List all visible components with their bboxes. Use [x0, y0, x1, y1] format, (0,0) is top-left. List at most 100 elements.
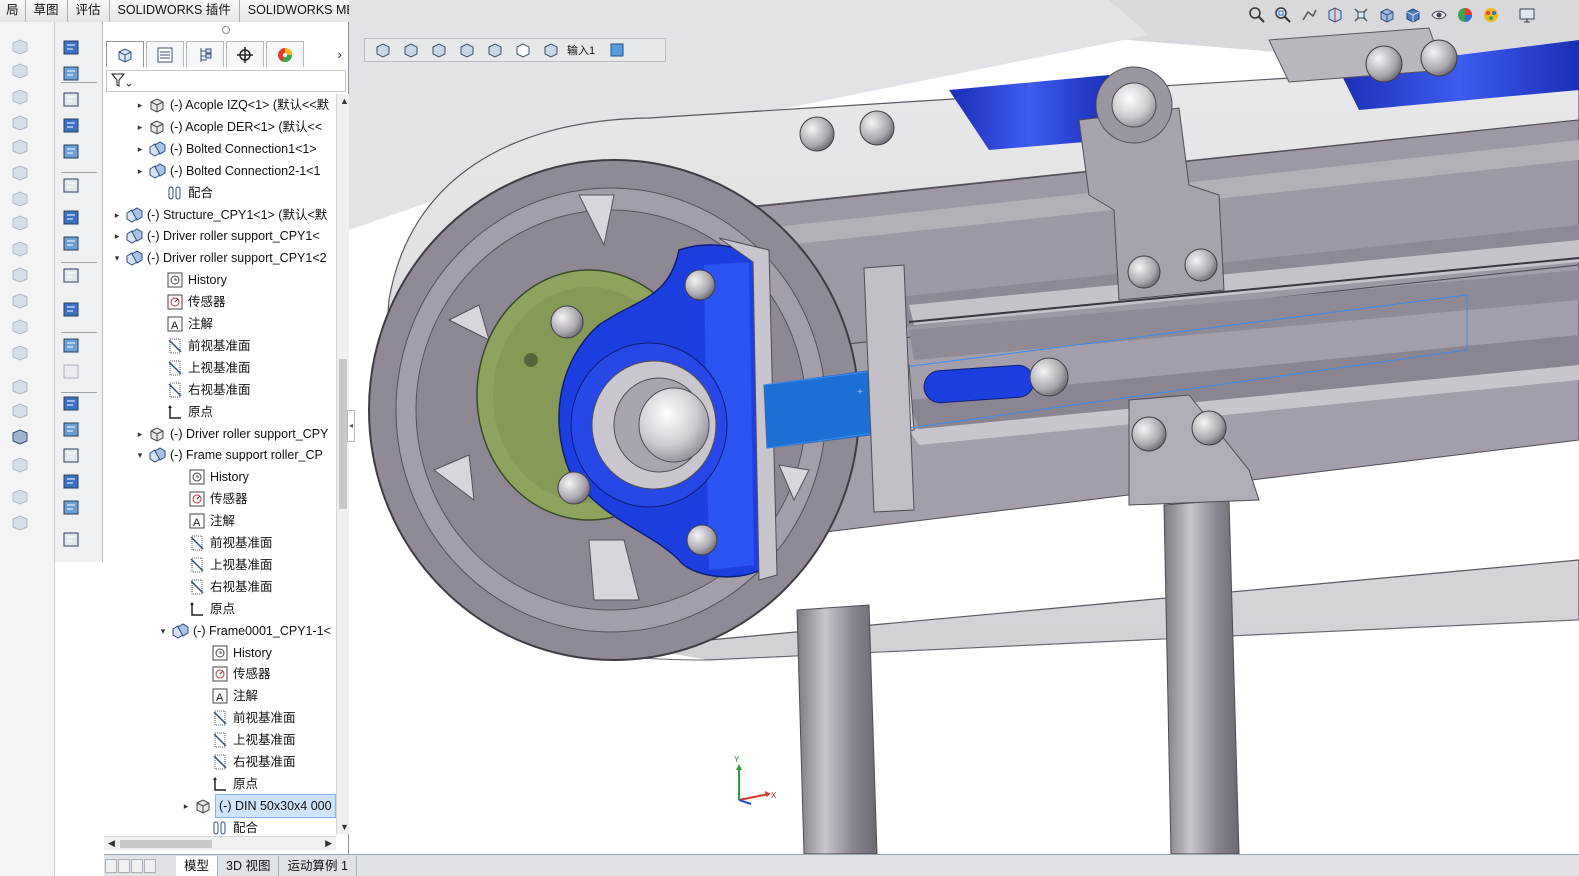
tree-node[interactable]: ▸ (-) Structure_CPY1<1> (默认<默: [111, 204, 327, 226]
tree-node[interactable]: 上视基准面: [174, 554, 273, 576]
assembly-tool-icon-3[interactable]: [61, 116, 81, 134]
scroll-thumb[interactable]: [339, 359, 347, 509]
tool-icon-7[interactable]: [10, 214, 30, 232]
leg-left[interactable]: [796, 604, 878, 854]
breadcrumb-item-icon[interactable]: [537, 40, 565, 60]
tree-node[interactable]: A 注解: [197, 685, 258, 707]
expand-arrow-icon[interactable]: ▸: [134, 138, 146, 160]
tool-icon-5[interactable]: [10, 164, 30, 182]
graphics-area[interactable]: + 输入1 Y X: [349, 0, 1579, 854]
tool-icon-16[interactable]: [10, 456, 30, 474]
tool-icon-10[interactable]: [10, 292, 30, 310]
tree-node[interactable]: 传感器: [152, 291, 226, 313]
assembly-tool-icon-4[interactable]: [61, 142, 81, 160]
tree-node[interactable]: ▸ (-) Driver roller support_CPY1<: [111, 225, 320, 247]
tool-icon-17[interactable]: [10, 488, 30, 506]
leg-right[interactable]: [1163, 499, 1240, 854]
assembly-tool-icon-2[interactable]: [61, 90, 81, 108]
tree-node[interactable]: 前视基准面: [152, 335, 251, 357]
breadcrumb-item-icon[interactable]: [453, 40, 481, 60]
bottom-tab-0[interactable]: 模型: [176, 855, 219, 876]
scroll-down-icon[interactable]: ▼: [340, 822, 349, 832]
bottom-tab-1[interactable]: 3D 视图: [218, 855, 280, 876]
tree-node[interactable]: ▸ (-) DIN 50x30x4 000: [180, 793, 336, 818]
expand-arrow-icon[interactable]: ▸: [134, 160, 146, 182]
breadcrumb-label[interactable]: 输入1: [567, 42, 595, 58]
tool-icon-13[interactable]: [10, 378, 30, 396]
tree-node[interactable]: 原点: [174, 598, 235, 620]
assembly-tool-icon-10[interactable]: [61, 336, 81, 354]
nav-last-icon[interactable]: [144, 858, 156, 873]
display-manager-tab[interactable]: [266, 41, 304, 67]
tree-node[interactable]: 配合: [152, 182, 213, 204]
panel-collapse-handle[interactable]: ◂: [347, 410, 355, 442]
tree-horizontal-scrollbar[interactable]: ◀ ▶: [104, 836, 336, 850]
tree-node[interactable]: 传感器: [197, 663, 271, 685]
tree-node[interactable]: ▸ (-) Acople IZQ<1> (默认<<默: [134, 94, 329, 116]
display-style-icon[interactable]: [1401, 4, 1425, 26]
tool-icon-6[interactable]: [10, 190, 30, 208]
tree-node[interactable]: ▾ (-) Driver roller support_CPY1<2: [111, 247, 327, 269]
drive-shaft[interactable]: [638, 387, 710, 463]
breadcrumb-item-icon[interactable]: [509, 40, 537, 60]
tree-filter-field[interactable]: [106, 70, 346, 92]
command-tab-3[interactable]: SOLIDWORKS 插件: [109, 0, 240, 22]
tree-node[interactable]: 原点: [197, 773, 258, 795]
tree-node[interactable]: 右视基准面: [152, 379, 251, 401]
configuration-manager-tab[interactable]: [186, 41, 224, 67]
tool-icon-0[interactable]: [10, 38, 30, 56]
tree-node[interactable]: 上视基准面: [152, 357, 251, 379]
tree-node[interactable]: History: [174, 466, 249, 488]
tree-node[interactable]: History: [152, 269, 227, 291]
expand-arrow-icon[interactable]: ▸: [180, 795, 192, 817]
scroll-up-icon[interactable]: ▲: [340, 96, 349, 106]
assembly-tool-icon-17[interactable]: [61, 530, 81, 548]
tool-icon-15[interactable]: [10, 428, 30, 446]
expand-arrow-icon[interactable]: ▸: [134, 423, 146, 445]
tree-node[interactable]: 上视基准面: [197, 729, 296, 751]
breadcrumb-item-icon[interactable]: [481, 40, 509, 60]
collapse-arrow-icon[interactable]: ▾: [111, 247, 123, 269]
command-tab-2[interactable]: 评估: [67, 0, 110, 22]
tree-node[interactable]: ▾ (-) Frame support roller_CP: [134, 444, 323, 466]
tool-icon-3[interactable]: [10, 114, 30, 132]
previous-view-icon[interactable]: [1297, 4, 1321, 26]
hide-show-items-icon[interactable]: [1427, 4, 1451, 26]
tool-icon-9[interactable]: [10, 266, 30, 284]
tree-node[interactable]: History: [197, 642, 272, 664]
assembly-tool-icon-1[interactable]: [61, 64, 81, 82]
tool-icon-12[interactable]: [10, 344, 30, 362]
tool-icon-11[interactable]: [10, 318, 30, 336]
assembly-tool-icon-8[interactable]: [61, 266, 81, 284]
tree-node[interactable]: ▸ (-) Bolted Connection2-1<1: [134, 160, 320, 182]
tree-node[interactable]: 原点: [152, 401, 213, 423]
breadcrumb-item-icon[interactable]: [369, 40, 397, 60]
feature-manager-tab[interactable]: [106, 41, 144, 67]
scroll-thumb[interactable]: [120, 840, 212, 848]
edit-appearance-icon[interactable]: [1453, 4, 1477, 26]
scroll-right-icon[interactable]: ▶: [325, 838, 332, 849]
tree-node[interactable]: A 注解: [152, 313, 213, 335]
command-tab-1[interactable]: 草图: [25, 0, 68, 22]
conveyor-3d-model[interactable]: +: [349, 0, 1579, 854]
assembly-tool-icon-0[interactable]: [61, 38, 81, 56]
panel-more-chevron-icon[interactable]: ›: [337, 46, 342, 62]
nav-next-icon[interactable]: [131, 858, 143, 873]
section-view-icon[interactable]: [1323, 4, 1347, 26]
view-orientation-icon[interactable]: [1375, 4, 1399, 26]
panel-grip-icon[interactable]: [222, 26, 230, 34]
assembly-tool-icon-15[interactable]: [61, 472, 81, 490]
dimxpert-manager-tab[interactable]: [226, 41, 264, 67]
view-settings-icon[interactable]: [1515, 4, 1539, 26]
scroll-left-icon[interactable]: ◀: [108, 838, 115, 849]
expand-arrow-icon[interactable]: ▸: [111, 225, 123, 247]
tree-node[interactable]: A 注解: [174, 510, 235, 532]
expand-arrow-icon[interactable]: ▸: [111, 204, 123, 226]
tree-vertical-scrollbar[interactable]: ▲ ▼: [336, 94, 349, 834]
tool-icon-8[interactable]: [10, 240, 30, 258]
tree-node[interactable]: ▸ (-) Acople DER<1> (默认<<: [134, 116, 322, 138]
breadcrumb-end-icon[interactable]: [603, 40, 631, 60]
tool-icon-2[interactable]: [10, 88, 30, 106]
expand-arrow-icon[interactable]: ▸: [134, 116, 146, 138]
assembly-tool-icon-6[interactable]: [61, 208, 81, 226]
